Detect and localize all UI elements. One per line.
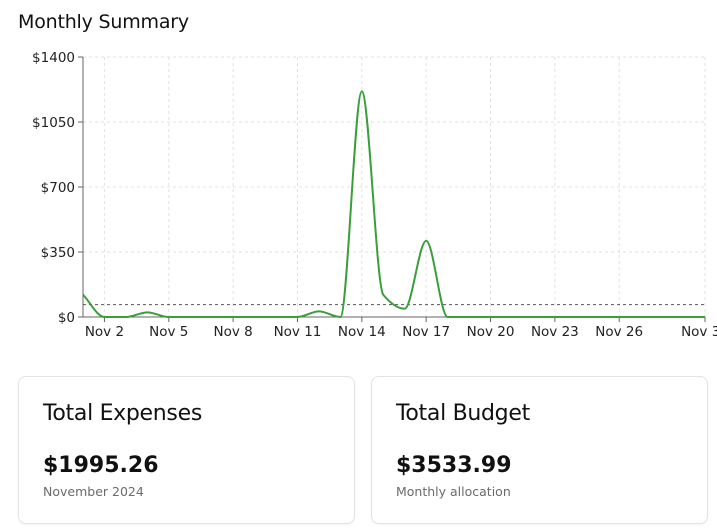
y-tick-label: $0 — [58, 310, 75, 326]
total-budget-title: Total Budget — [396, 401, 530, 426]
x-tick-label: Nov 5 — [149, 324, 188, 340]
chart-grid — [83, 56, 706, 317]
y-tick-label: $1400 — [32, 50, 75, 66]
y-axis: $0 $350 $700 $1050 $1400 — [32, 50, 84, 326]
x-tick-label: Nov 17 — [402, 324, 450, 340]
y-tick-label: $1050 — [32, 115, 75, 131]
x-tick-label: Nov 23 — [531, 324, 579, 340]
total-expenses-card: Total Expenses $1995.26 November 2024 — [18, 376, 355, 524]
x-tick-label: Nov 2 — [85, 324, 124, 340]
x-tick-label: Nov 8 — [214, 324, 253, 340]
chart-series — [82, 90, 705, 319]
expense-series-line — [82, 90, 705, 319]
x-tick-label: Nov 20 — [467, 324, 515, 340]
y-tick-label: $350 — [41, 245, 75, 261]
x-tick-label: Nov 26 — [595, 324, 643, 340]
y-tick-label: $700 — [41, 180, 75, 196]
total-expenses-value: $1995.26 — [43, 453, 159, 478]
spending-line-chart: $0$350$700$1050$1400 Nov 2 Nov 5 Nov 8 Nov … — [32, 50, 717, 340]
x-tick-label: Nov 11 — [274, 324, 322, 340]
x-tick-label: Nov 14 — [338, 324, 386, 340]
x-axis: Nov 2 Nov 5 Nov 8 Nov 11 Nov 14 Nov 17 Nov 20 N… — [83, 316, 717, 340]
x-tick-label: Nov 30 — [681, 324, 717, 340]
total-budget-value: $3533.99 — [396, 453, 512, 478]
total-expenses-period: November 2024 — [43, 484, 144, 499]
total-budget-label: Monthly allocation — [396, 484, 511, 499]
total-budget-card: Total Budget $3533.99 Monthly allocation — [371, 376, 708, 524]
total-expenses-title: Total Expenses — [43, 401, 202, 426]
